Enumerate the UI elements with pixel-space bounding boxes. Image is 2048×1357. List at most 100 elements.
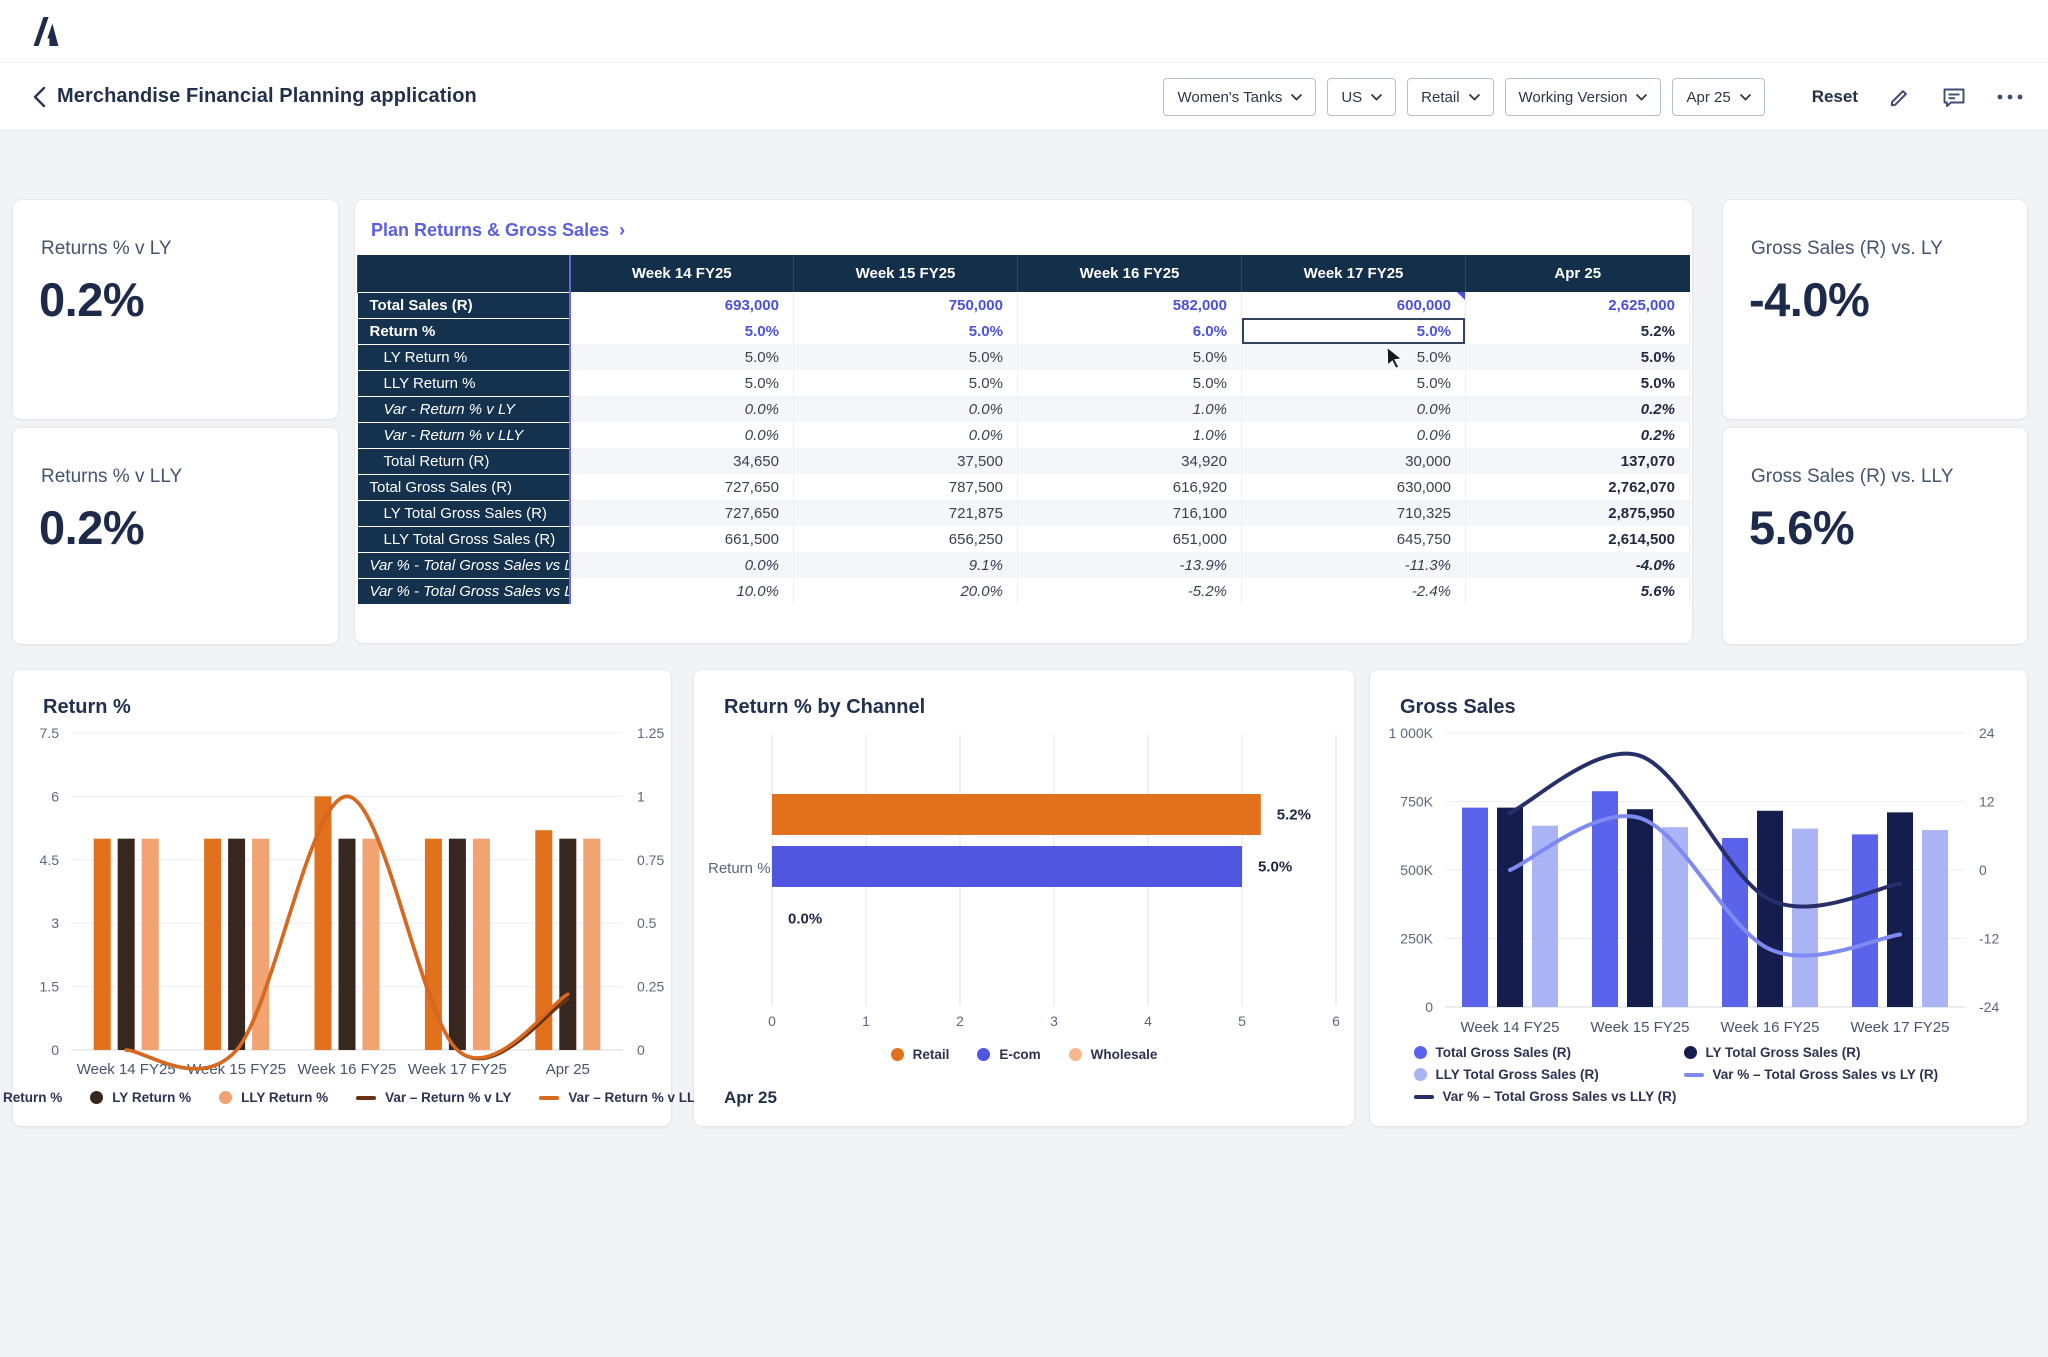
return-by-channel-chart-card: Return % by Channel Return % 01234565.2%… <box>694 670 1354 1126</box>
legend-label: LY Return % <box>112 1090 191 1105</box>
edit-button[interactable] <box>1887 85 1912 110</box>
grid-row: Total Gross Sales (R)727,650787,500616,9… <box>358 474 1690 500</box>
grid-cell: 2,614,500 <box>1466 526 1690 552</box>
dot-swatch-icon <box>1414 1046 1427 1059</box>
pencil-icon <box>1887 85 1912 110</box>
legend-item[interactable]: Var % – Total Gross Sales vs LLY (R) <box>1414 1089 1664 1104</box>
legend-label: Var % – Total Gross Sales vs LLY (R) <box>1443 1089 1677 1104</box>
legend-item[interactable]: Total Gross Sales (R) <box>1414 1045 1664 1060</box>
grid-cell[interactable]: 693,000 <box>570 292 794 318</box>
svg-text:6: 6 <box>51 788 59 804</box>
grid-cell[interactable]: 6.0% <box>1018 318 1242 344</box>
grid-drill-link[interactable]: Plan Returns & Gross Sales › <box>371 220 625 241</box>
grid-cell: 34,920 <box>1018 448 1242 474</box>
svg-text:0: 0 <box>768 1013 776 1029</box>
kpi-title: Returns % v LY <box>41 238 338 260</box>
grid-cell[interactable]: 5.0% <box>1242 318 1466 344</box>
line-swatch-icon <box>1414 1095 1434 1099</box>
back-button[interactable] <box>26 85 52 111</box>
grid-row: Var % - Total Gross Sales vs LY...0.0%9.… <box>358 552 1690 578</box>
svg-text:Week 14 FY25: Week 14 FY25 <box>77 1061 176 1078</box>
legend-item[interactable]: LY Total Gross Sales (R) <box>1684 1045 1984 1060</box>
legend-item[interactable]: Retail <box>891 1047 950 1062</box>
comments-button[interactable] <box>1941 85 1967 110</box>
grid-cell[interactable]: 750,000 <box>794 292 1018 318</box>
line-swatch-icon <box>539 1096 559 1100</box>
legend-item[interactable]: Var % – Total Gross Sales vs LY (R) <box>1684 1067 1984 1082</box>
svg-text:4: 4 <box>1144 1013 1152 1029</box>
legend-item[interactable]: Var – Return % v LLY <box>539 1090 703 1105</box>
legend-item[interactable]: LLY Return % <box>219 1090 328 1105</box>
dot-swatch-icon <box>891 1048 904 1061</box>
grid-cell: 727,650 <box>570 474 794 500</box>
grid-row: Total Return (R)34,65037,50034,92030,000… <box>358 448 1690 474</box>
filter-label: Apr 25 <box>1686 89 1730 106</box>
legend-item[interactable]: Return % <box>0 1090 62 1105</box>
filter-dropdown-1[interactable]: US <box>1327 78 1396 116</box>
kpi-value: 0.2% <box>39 272 338 327</box>
grid-cell: 616,920 <box>1018 474 1242 500</box>
grid-cell: 0.0% <box>794 422 1018 448</box>
grid-cell: 5.0% <box>1242 344 1466 370</box>
svg-text:1 000K: 1 000K <box>1389 725 1434 741</box>
svg-text:24: 24 <box>1979 725 1995 741</box>
cell-flag-icon <box>1457 292 1465 300</box>
svg-text:750K: 750K <box>1400 794 1433 810</box>
svg-text:12: 12 <box>1979 794 1995 810</box>
grid-row-header: LY Return % <box>358 344 570 370</box>
chevron-down-icon <box>1740 94 1751 101</box>
legend-label: Wholesale <box>1091 1047 1158 1062</box>
grid-row-header: Var - Return % v LY <box>358 396 570 422</box>
svg-text:0: 0 <box>1425 999 1433 1015</box>
grid-cell: 37,500 <box>794 448 1018 474</box>
grid-row: LLY Return %5.0%5.0%5.0%5.0%5.0% <box>358 370 1690 396</box>
dot-swatch-icon <box>1414 1068 1427 1081</box>
grid-cell: 651,000 <box>1018 526 1242 552</box>
legend-item[interactable]: E-com <box>977 1047 1040 1062</box>
filter-label: Working Version <box>1519 89 1628 106</box>
grid-cell: 0.0% <box>1242 396 1466 422</box>
gross-sales-chart-card: Gross Sales 0250K500K750K1 000K-24-12012… <box>1370 670 2027 1126</box>
grid-row-header: Var % - Total Gross Sales vs LL... <box>358 578 570 604</box>
more-options-button[interactable] <box>1996 93 2024 101</box>
dot-swatch-icon <box>219 1091 232 1104</box>
line-swatch-icon <box>1684 1073 1704 1077</box>
svg-text:Week 16 FY25: Week 16 FY25 <box>1721 1019 1820 1036</box>
svg-text:0: 0 <box>637 1042 645 1058</box>
legend-item[interactable]: Wholesale <box>1069 1047 1158 1062</box>
grid-cell[interactable]: 2,625,000 <box>1466 292 1690 318</box>
grid-row-header: Return % <box>358 318 570 344</box>
legend-label: LLY Return % <box>241 1090 328 1105</box>
svg-text:0.75: 0.75 <box>637 852 664 868</box>
filter-bar: Women's Tanks US Retail Working Version Apr … <box>1163 78 1764 116</box>
dot-swatch-icon <box>977 1048 990 1061</box>
grid-cell: 5.0% <box>1018 370 1242 396</box>
legend-item[interactable]: LLY Total Gross Sales (R) <box>1414 1067 1664 1082</box>
grid-cell: 0.0% <box>570 396 794 422</box>
grid-column-header: Week 17 FY25 <box>1242 255 1466 292</box>
grid-cell[interactable]: 5.0% <box>570 318 794 344</box>
grid-cell: 630,000 <box>1242 474 1466 500</box>
legend-item[interactable]: Var – Return % v LY <box>356 1090 511 1105</box>
legend-label: Var % – Total Gross Sales vs LY (R) <box>1713 1067 1939 1082</box>
top-app-bar <box>0 0 2048 63</box>
filter-dropdown-4[interactable]: Apr 25 <box>1672 78 1764 116</box>
grid-row: Var - Return % v LY0.0%0.0%1.0%0.0%0.2% <box>358 396 1690 422</box>
reset-button[interactable]: Reset <box>1812 87 1858 107</box>
page-title: Merchandise Financial Planning applicati… <box>57 85 477 108</box>
kpi-title: Gross Sales (R) vs. LLY <box>1751 466 2027 488</box>
grid-cell[interactable]: 582,000 <box>1018 292 1242 318</box>
grid-row-header: Total Gross Sales (R) <box>358 474 570 500</box>
grid-cell: -4.0% <box>1466 552 1690 578</box>
grid-corner-cell <box>358 255 570 292</box>
grid-cell[interactable]: 600,000 <box>1242 292 1466 318</box>
grid-title: Plan Returns & Gross Sales <box>371 220 609 240</box>
filter-dropdown-2[interactable]: Retail <box>1407 78 1493 116</box>
legend-item[interactable]: LY Return % <box>90 1090 191 1105</box>
grid-row-header: LLY Total Gross Sales (R) <box>358 526 570 552</box>
grid-cell: -11.3% <box>1242 552 1466 578</box>
filter-dropdown-0[interactable]: Women's Tanks <box>1163 78 1316 116</box>
filter-dropdown-3[interactable]: Working Version <box>1505 78 1662 116</box>
grid-cell[interactable]: 5.0% <box>794 318 1018 344</box>
svg-text:0.25: 0.25 <box>637 979 664 995</box>
